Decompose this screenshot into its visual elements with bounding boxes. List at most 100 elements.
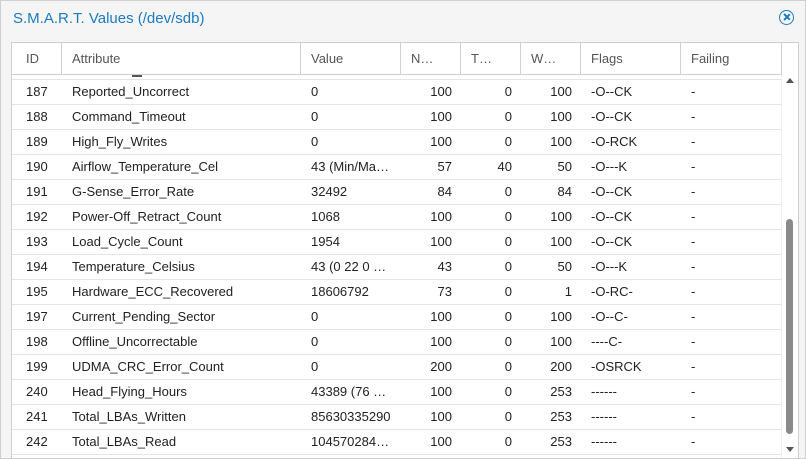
cell-flags: ------ (591, 434, 617, 449)
cell-worst: 1 (564, 284, 572, 299)
cell-id: 190 (26, 159, 48, 174)
cell-attribute: Head_Flying_Hours (72, 384, 187, 399)
cell-attribute: Load_Cycle_Count (72, 234, 183, 249)
cell-normalized: 100 (430, 209, 452, 224)
cell-flags: -O--CK (591, 234, 633, 249)
cell-value: 0 (311, 359, 319, 374)
cell-value: 0 (311, 309, 319, 324)
table-row[interactable]: 192 Power-Off_Retract_Count 1068 100 0 100 -O-… (12, 205, 782, 230)
cell-worst: 100 (550, 234, 572, 249)
column-header-value[interactable]: Value (301, 43, 401, 74)
scroll-down-arrow-icon[interactable] (786, 447, 794, 452)
table-row[interactable]: 240 Head_Flying_Hours 43389 (76 … 100 0 253 --… (12, 380, 782, 405)
cell-flags: -O--CK (591, 109, 633, 124)
cell-id: 195 (26, 284, 48, 299)
cell-worst: 50 (557, 159, 572, 174)
table-row[interactable]: 199 UDMA_CRC_Error_Count 0 200 0 200 -OSRCK - (12, 355, 782, 380)
table-row[interactable]: 191 G-Sense_Error_Rate 32492 84 0 84 -O--CK - (12, 180, 782, 205)
cell-value: 1954 (311, 234, 340, 249)
cell-normalized: 100 (430, 384, 452, 399)
cell-failing: - (691, 409, 696, 424)
cell-threshold: 0 (504, 234, 512, 249)
cell-id: 192 (26, 209, 48, 224)
cell-failing: - (691, 334, 696, 349)
table-row[interactable]: 198 Offline_Uncorrectable 0 100 0 100 ----C- - (12, 330, 782, 355)
table-row[interactable]: 194 Temperature_Celsius 43 (0 22 0 0 0) 43 0… (12, 255, 782, 280)
cell-value: 18606792 (311, 284, 369, 299)
cell-attribute: UDMA_CRC_Error_Count (72, 359, 224, 374)
table-row[interactable]: 197 Current_Pending_Sector 0 100 0 100 -O--C- - (12, 305, 782, 330)
scrollbar-thumb[interactable] (786, 219, 793, 434)
cell-attribute: Offline_Uncorrectable (72, 334, 198, 349)
table-row[interactable]: 189 High_Fly_Writes 0 100 0 100 -O-RCK - (12, 130, 782, 155)
cell-attribute: G-Sense_Error_Rate (72, 184, 195, 199)
cell-flags: -O--C- (591, 309, 628, 324)
cell-flags: -O---K (591, 259, 628, 274)
cell-attribute: Total_LBAs_Written (72, 409, 186, 424)
cell-threshold: 0 (504, 259, 512, 274)
cell-failing: - (691, 434, 696, 449)
cell-threshold: 0 (504, 134, 512, 149)
smart-values-table: ID Attribute Value N… T… W… Flags Failin… (11, 42, 799, 459)
cell-value: 0 (311, 109, 319, 124)
cell-normalized: 100 (430, 309, 452, 324)
cell-attribute: Total_LBAs_Read (72, 434, 177, 449)
cell-worst: 100 (550, 84, 572, 99)
cell-threshold: 0 (504, 284, 512, 299)
dialog-title: S.M.A.R.T. Values (/dev/sdb) (13, 10, 205, 27)
cell-worst: 253 (550, 409, 572, 424)
cell-threshold: 0 (504, 359, 512, 374)
column-header-failing[interactable]: Failing (681, 43, 782, 74)
cell-id: 198 (26, 334, 48, 349)
cell-flags: -O--CK (591, 84, 633, 99)
table-header: ID Attribute Value N… T… W… Flags Failin… (12, 43, 782, 75)
cell-id: 242 (26, 434, 48, 449)
cell-id: 193 (26, 234, 48, 249)
cell-flags: -O--CK (591, 184, 633, 199)
close-icon[interactable] (779, 10, 794, 25)
cell-normalized: 100 (430, 84, 452, 99)
cell-normalized: 73 (437, 284, 452, 299)
cell-threshold: 0 (504, 334, 512, 349)
table-row[interactable]: 241 Total_LBAs_Written 85630335290 100 0 253 -… (12, 405, 782, 430)
table-row[interactable]: 190 Airflow_Temperature_Cel 43 (Min/Max 36… (12, 155, 782, 180)
cell-failing: - (691, 359, 696, 374)
cell-flags: -O-RC- (591, 284, 633, 299)
table-row[interactable]: 187 Reported_Uncorrect 0 100 0 100 -O--CK - (12, 80, 782, 105)
cell-failing: - (691, 284, 696, 299)
cell-flags: -O---K (591, 159, 628, 174)
table-row[interactable]: 242 Total_LBAs_Read 104570284… 100 0 253 -----… (12, 430, 782, 455)
cell-failing: - (691, 234, 696, 249)
cell-worst: 50 (557, 259, 572, 274)
table-row[interactable]: 193 Load_Cycle_Count 1954 100 0 100 -O--CK - (12, 230, 782, 255)
cell-worst: 200 (550, 359, 572, 374)
cell-threshold: 40 (497, 159, 512, 174)
cell-attribute: Command_Timeout (72, 109, 186, 124)
cell-flags: -O--CK (591, 209, 633, 224)
vertical-scrollbar[interactable] (781, 43, 798, 458)
table-row[interactable]: 188 Command_Timeout 0 100 0 100 -O--CK - (12, 105, 782, 130)
cell-normalized: 43 (437, 259, 452, 274)
column-header-threshold[interactable]: T… (461, 43, 521, 74)
column-header-normalized[interactable]: N… (401, 43, 461, 74)
column-header-id[interactable]: ID (12, 43, 62, 74)
scroll-up-arrow-icon[interactable] (786, 78, 794, 83)
cell-failing: - (691, 134, 696, 149)
cell-id: 199 (26, 359, 48, 374)
cell-normalized: 100 (430, 134, 452, 149)
table-row[interactable]: 195 Hardware_ECC_Recovered 18606792 73 0 1 -O-… (12, 280, 782, 305)
cell-id: 189 (26, 134, 48, 149)
cell-threshold: 0 (504, 409, 512, 424)
cell-attribute: Reported_Uncorrect (72, 84, 190, 99)
cell-attribute: Airflow_Temperature_Cel (72, 159, 218, 174)
column-header-attribute[interactable]: Attribute (62, 43, 301, 74)
column-header-worst[interactable]: W… (521, 43, 581, 74)
column-header-flags[interactable]: Flags (581, 43, 681, 74)
cell-attribute: Temperature_Celsius (72, 259, 195, 274)
cell-flags: ----C- (591, 334, 623, 349)
cell-attribute: Hardware_ECC_Recovered (72, 284, 234, 299)
cell-value: 85630335290 (311, 409, 391, 424)
cell-id: 197 (26, 309, 48, 324)
cell-attribute: Current_Pending_Sector (72, 309, 216, 324)
cell-failing: - (691, 259, 696, 274)
